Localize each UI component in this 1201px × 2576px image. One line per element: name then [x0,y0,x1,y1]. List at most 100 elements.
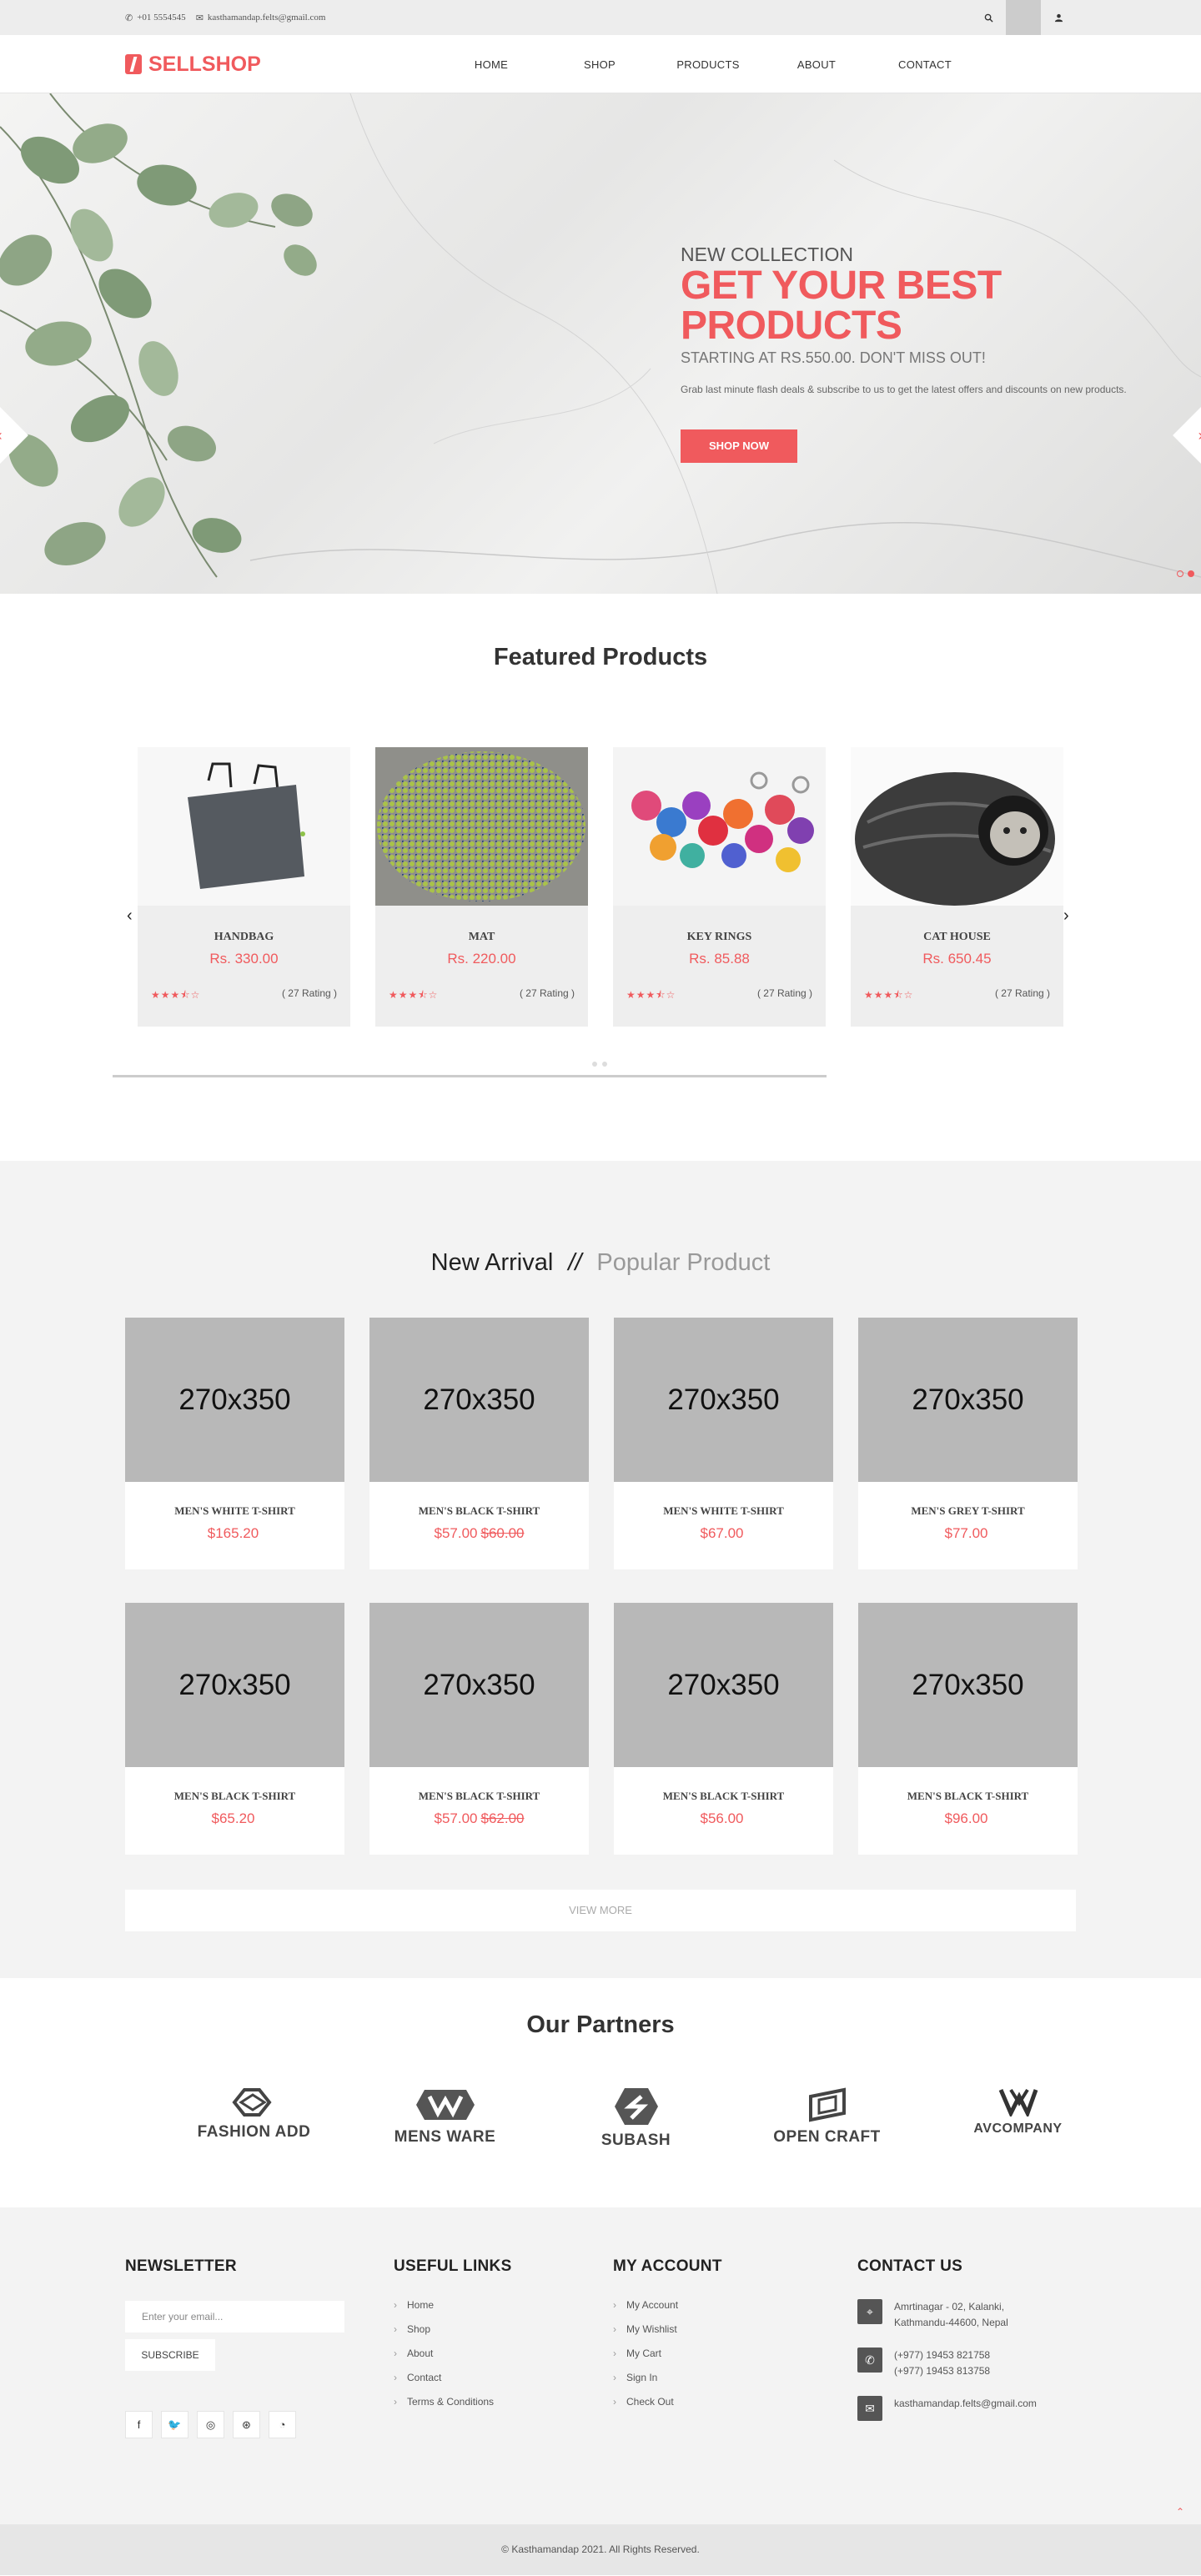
product-name[interactable]: MEN'S WHITE T-SHIRT [125,1504,344,1518]
hero-description: Grab last minute flash deals & subscribe… [681,384,1127,395]
carousel-prev-icon[interactable]: ‹ [127,906,133,926]
product-image-placeholder[interactable]: 270x350 [125,1603,344,1767]
product-name[interactable]: CAT HOUSE [851,931,1063,944]
product-card[interactable]: MAT Rs. 220.00 ★★★⯪☆ ( 27 Rating ) [375,747,588,1027]
product-card[interactable]: 270x350 MEN'S WHITE T-SHIRT $165.20 [125,1318,344,1569]
footer-link-wishlist[interactable]: My Wishlist [613,2323,722,2335]
view-more-button[interactable]: VIEW MORE [125,1890,1076,1931]
mens-ware-icon [415,2090,475,2120]
social-links: f 🐦 ◎ ⊛ ◔ [125,2411,344,2438]
search-icon[interactable] [971,0,1006,35]
email-text[interactable]: kasthamandap.felts@gmail.com [208,13,325,23]
address-line2: Kathmandu-44600, Nepal [894,2317,1008,2328]
shop-now-button[interactable]: SHOP NOW [681,429,797,463]
partner-logo[interactable]: MENS WARE [349,2086,540,2150]
newsletter-email-input[interactable]: Enter your email... [125,2301,344,2332]
product-name[interactable]: MEN'S BLACK T-SHIRT [614,1790,833,1803]
new-arrival-section: New Arrival // Popular Product 270x350 MEN'… [0,1161,1201,1978]
phone-line1[interactable]: (+977) 19453 821758 [894,2348,990,2363]
footer-link-shop[interactable]: Shop [394,2323,512,2335]
product-card[interactable]: 270x350 MEN'S BLACK T-SHIRT $57.00 $62.00 [369,1603,589,1855]
nav-shop[interactable]: SHOP [545,58,654,71]
logo-mark-icon [125,54,142,74]
product-image-placeholder[interactable]: 270x350 [369,1603,589,1767]
carousel-next-icon[interactable]: › [1063,906,1069,926]
logo[interactable]: SELLSHOP [125,53,450,77]
footer-link-home[interactable]: Home [394,2299,512,2311]
footer-link-sign-in[interactable]: Sign In [613,2372,722,2383]
product-name[interactable]: MEN'S BLACK T-SHIRT [369,1790,589,1803]
carousel-dot[interactable] [602,1062,607,1067]
product-image-placeholder[interactable]: 270x350 [614,1318,833,1482]
subash-icon [614,2088,658,2125]
footer-link-my-account[interactable]: My Account [613,2299,722,2311]
product-image-placeholder[interactable]: 270x350 [858,1318,1078,1482]
product-name[interactable]: MEN'S GREY T-SHIRT [858,1504,1078,1518]
dribbble-icon[interactable]: ⊛ [233,2411,260,2438]
subscribe-button[interactable]: SUBSCRIBE [125,2339,215,2371]
email-info[interactable]: ✉ kasthamandap.felts@gmail.com [196,13,326,23]
email-link[interactable]: kasthamandap.felts@gmail.com [894,2396,1037,2412]
product-name[interactable]: MEN'S BLACK T-SHIRT [369,1504,589,1518]
avcompany-icon [998,2088,1038,2117]
product-card[interactable]: 270x350 MEN'S GREY T-SHIRT $77.00 [858,1318,1078,1569]
partner-logo[interactable]: OPEN CRAFT [731,2086,922,2150]
user-icon[interactable] [1041,0,1076,35]
product-card[interactable]: 270x350 MEN'S BLACK T-SHIRT $96.00 [858,1603,1078,1855]
hero-slider: NEW COLLECTION GET YOUR BEST PRODUCTS ST… [0,93,1201,594]
product-image-placeholder[interactable]: 270x350 [614,1603,833,1767]
nav-contact[interactable]: CONTACT [871,58,979,71]
product-card[interactable]: KEY RINGS Rs. 85.88 ★★★⯪☆ ( 27 Rating ) [613,747,826,1027]
partner-logo[interactable]: AVCOMPANY [922,2086,1113,2150]
product-card[interactable]: 270x350 MEN'S WHITE T-SHIRT $67.00 [614,1318,833,1569]
slider-dot-active[interactable] [1188,570,1194,577]
mat-image[interactable] [375,747,588,906]
instagram-icon[interactable]: ◎ [197,2411,224,2438]
product-image-placeholder[interactable]: 270x350 [858,1603,1078,1767]
carousel-dot[interactable] [592,1062,597,1067]
product-name[interactable]: MEN'S WHITE T-SHIRT [614,1504,833,1518]
product-name[interactable]: MEN'S BLACK T-SHIRT [125,1790,344,1803]
nav-about[interactable]: ABOUT [762,58,871,71]
product-name[interactable]: HANDBAG [138,931,350,944]
product-image-placeholder[interactable]: 270x350 [369,1318,589,1482]
product-card[interactable]: 270x350 MEN'S BLACK T-SHIRT $57.00 $60.00 [369,1318,589,1569]
handbag-image[interactable] [138,747,350,906]
product-card[interactable]: HANDBAG Rs. 330.00 ★★★⯪☆ ( 27 Rating ) [138,747,350,1027]
footer-link-check-out[interactable]: Check Out [613,2396,722,2408]
footer-link-terms[interactable]: Terms & Conditions [394,2396,512,2408]
product-card[interactable]: CAT HOUSE Rs. 650.45 ★★★⯪☆ ( 27 Rating ) [851,747,1063,1027]
product-card[interactable]: 270x350 MEN'S BLACK T-SHIRT $56.00 [614,1603,833,1855]
contact-email: ✉ kasthamandap.felts@gmail.com [857,2396,1091,2421]
product-price: Rs. 650.45 [922,951,992,967]
address-line1: Amrtinagar - 02, Kalanki, [894,2301,1005,2312]
nav-products[interactable]: PRODUCTS [654,58,762,71]
featured-carousel: HANDBAG Rs. 330.00 ★★★⯪☆ ( 27 Rating ) MA… [138,747,1063,1027]
tab-new-arrival[interactable]: New Arrival [431,1249,554,1276]
slider-dot[interactable] [1177,570,1183,577]
rss-icon[interactable]: ◔ [269,2411,296,2438]
partner-logo[interactable]: FASHION ADD [158,2086,349,2150]
product-image-placeholder[interactable]: 270x350 [125,1318,344,1482]
product-name[interactable]: MAT [375,931,588,944]
useful-links-column: USEFUL LINKS Home Shop About Contact Ter… [394,2257,512,2420]
scroll-top-icon[interactable]: ⌃ [1176,2506,1184,2518]
product-card[interactable]: 270x350 MEN'S BLACK T-SHIRT $65.20 [125,1603,344,1855]
partner-name: SUBASH [600,2132,671,2149]
partner-logo[interactable]: SUBASH [540,2086,731,2150]
product-name[interactable]: KEY RINGS [613,931,826,944]
twitter-icon[interactable]: 🐦 [161,2411,188,2438]
tab-popular-product[interactable]: Popular Product [596,1249,770,1276]
nav-home[interactable]: HOME [437,58,545,71]
product-price: $65.20 [211,1810,255,1826]
cat-house-image[interactable] [851,747,1063,906]
phone-line2[interactable]: (+977) 19453 813758 [894,2363,990,2379]
product-name[interactable]: MEN'S BLACK T-SHIRT [858,1790,1078,1803]
footer-link-contact[interactable]: Contact [394,2372,512,2383]
carousel-scrollbar[interactable] [113,1075,827,1077]
footer-link-about[interactable]: About [394,2348,512,2359]
footer-link-cart[interactable]: My Cart [613,2348,722,2359]
key-rings-image[interactable] [613,747,826,906]
useful-links-title: USEFUL LINKS [394,2257,512,2275]
facebook-icon[interactable]: f [125,2411,153,2438]
